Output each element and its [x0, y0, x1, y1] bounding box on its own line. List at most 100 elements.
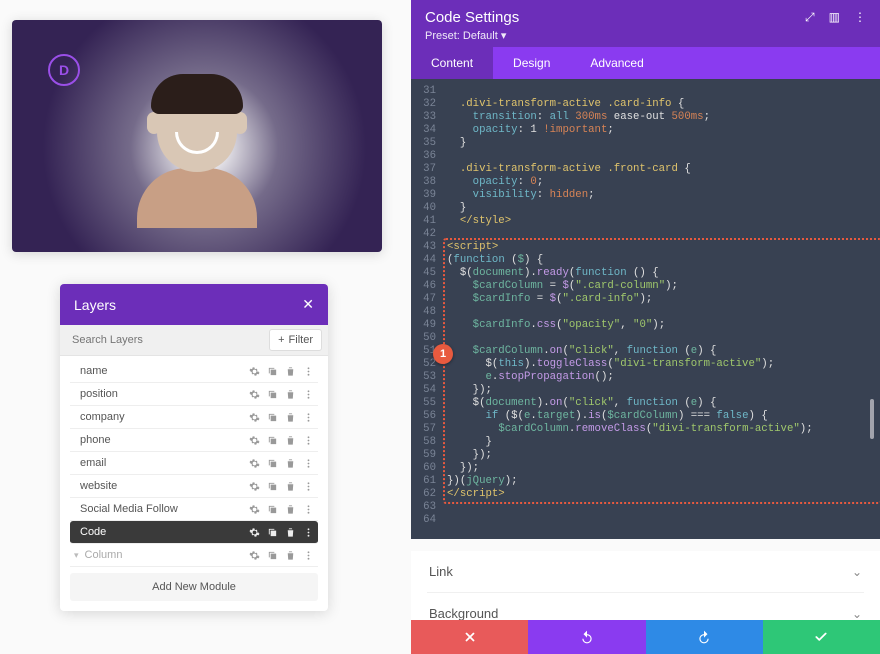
code-content[interactable] — [447, 228, 868, 241]
code-content[interactable]: visibility: hidden; — [447, 189, 868, 202]
gear-icon[interactable] — [249, 458, 260, 469]
more-icon[interactable] — [303, 481, 314, 492]
gear-icon[interactable] — [249, 527, 260, 538]
search-layers-input[interactable] — [60, 326, 263, 354]
trash-icon[interactable] — [285, 527, 296, 538]
code-content[interactable]: } — [447, 436, 868, 449]
trash-icon[interactable] — [285, 435, 296, 446]
tab-design[interactable]: Design — [493, 47, 570, 79]
duplicate-icon[interactable] — [267, 458, 278, 469]
duplicate-icon[interactable] — [267, 550, 278, 561]
more-icon[interactable] — [303, 550, 314, 561]
collapse-triangle-icon[interactable]: ▾ — [74, 550, 79, 561]
expand-icon[interactable]: ⤢ — [805, 10, 815, 25]
columns-icon[interactable]: ▥ — [829, 10, 840, 25]
more-icon[interactable] — [303, 435, 314, 446]
code-content[interactable] — [447, 501, 868, 514]
code-content[interactable]: </script> — [447, 488, 868, 501]
code-content[interactable]: e.stopPropagation(); — [447, 371, 868, 384]
code-content[interactable]: }); — [447, 462, 868, 475]
gear-icon[interactable] — [249, 550, 260, 561]
gear-icon[interactable] — [249, 435, 260, 446]
duplicate-icon[interactable] — [267, 389, 278, 400]
add-new-module-button[interactable]: Add New Module — [70, 573, 318, 601]
layer-row-column[interactable]: ▾ Column — [70, 544, 318, 567]
layer-row[interactable]: Code — [70, 521, 318, 544]
code-content[interactable]: $(this).toggleClass("divi-transform-acti… — [447, 358, 868, 371]
redo-button[interactable] — [646, 620, 763, 654]
line-number: 39 — [423, 189, 447, 202]
duplicate-icon[interactable] — [267, 412, 278, 423]
code-content[interactable]: })(jQuery); — [447, 475, 868, 488]
code-content[interactable]: $cardInfo.css("opacity", "0"); — [447, 319, 868, 332]
code-content[interactable]: }); — [447, 449, 868, 462]
more-vertical-icon[interactable]: ⋮ — [854, 10, 866, 25]
code-content[interactable]: opacity: 0; — [447, 176, 868, 189]
trash-icon[interactable] — [285, 389, 296, 400]
duplicate-icon[interactable] — [267, 481, 278, 492]
more-icon[interactable] — [303, 412, 314, 423]
scrollbar-thumb[interactable] — [870, 399, 874, 439]
code-content[interactable]: (function ($) { — [447, 254, 868, 267]
code-content[interactable]: $cardColumn = $(".card-column"); — [447, 280, 868, 293]
trash-icon[interactable] — [285, 366, 296, 377]
layer-row[interactable]: name — [70, 360, 318, 383]
code-content[interactable]: $cardColumn.on("click", function (e) { — [447, 345, 868, 358]
gear-icon[interactable] — [249, 504, 260, 515]
cancel-button[interactable] — [411, 620, 528, 654]
code-content[interactable]: opacity: 1 !important; — [447, 124, 868, 137]
filter-button[interactable]: + Filter — [269, 329, 322, 351]
layer-row[interactable]: position — [70, 383, 318, 406]
tab-content[interactable]: Content — [411, 47, 493, 79]
code-editor[interactable]: 31 32 .divi-transform-active .card-info … — [423, 85, 868, 527]
code-content[interactable]: $cardColumn.removeClass("divi-transform-… — [447, 423, 868, 436]
code-content[interactable]: </style> — [447, 215, 868, 228]
gear-icon[interactable] — [249, 412, 260, 423]
duplicate-icon[interactable] — [267, 504, 278, 515]
trash-icon[interactable] — [285, 550, 296, 561]
save-button[interactable] — [763, 620, 880, 654]
code-content[interactable]: <script> — [447, 241, 868, 254]
code-content[interactable]: $(document).on("click", function (e) { — [447, 397, 868, 410]
tab-advanced[interactable]: Advanced — [570, 47, 663, 79]
layer-row[interactable]: website — [70, 475, 318, 498]
more-icon[interactable] — [303, 389, 314, 400]
code-content[interactable]: $cardInfo = $(".card-info"); — [447, 293, 868, 306]
more-icon[interactable] — [303, 366, 314, 377]
trash-icon[interactable] — [285, 481, 296, 492]
gear-icon[interactable] — [249, 366, 260, 377]
layer-row[interactable]: Social Media Follow — [70, 498, 318, 521]
code-content[interactable] — [447, 85, 868, 98]
more-icon[interactable] — [303, 504, 314, 515]
more-icon[interactable] — [303, 458, 314, 469]
layer-row[interactable]: email — [70, 452, 318, 475]
code-content[interactable] — [447, 150, 868, 163]
layer-row[interactable]: company — [70, 406, 318, 429]
code-content[interactable]: } — [447, 137, 868, 150]
code-content[interactable]: .divi-transform-active .front-card { — [447, 163, 868, 176]
close-icon[interactable]: ✕ — [302, 296, 314, 313]
preset-selector[interactable]: Preset: Default ▾ — [425, 29, 866, 42]
gear-icon[interactable] — [249, 481, 260, 492]
accordion-link[interactable]: Link ⌄ — [427, 551, 864, 593]
trash-icon[interactable] — [285, 412, 296, 423]
line-number: 42 — [423, 228, 447, 241]
code-content[interactable] — [447, 332, 868, 345]
code-content[interactable]: if ($(e.target).is($cardColumn) === fals… — [447, 410, 868, 423]
gear-icon[interactable] — [249, 389, 260, 400]
code-content[interactable] — [447, 514, 868, 527]
code-content[interactable]: $(document).ready(function () { — [447, 267, 868, 280]
trash-icon[interactable] — [285, 458, 296, 469]
trash-icon[interactable] — [285, 504, 296, 515]
duplicate-icon[interactable] — [267, 435, 278, 446]
duplicate-icon[interactable] — [267, 366, 278, 377]
code-content[interactable]: .divi-transform-active .card-info { — [447, 98, 868, 111]
undo-button[interactable] — [528, 620, 645, 654]
layer-row[interactable]: phone — [70, 429, 318, 452]
code-content[interactable]: }); — [447, 384, 868, 397]
more-icon[interactable] — [303, 527, 314, 538]
duplicate-icon[interactable] — [267, 527, 278, 538]
code-content[interactable] — [447, 306, 868, 319]
code-content[interactable]: } — [447, 202, 868, 215]
code-content[interactable]: transition: all 300ms ease-out 500ms; — [447, 111, 868, 124]
